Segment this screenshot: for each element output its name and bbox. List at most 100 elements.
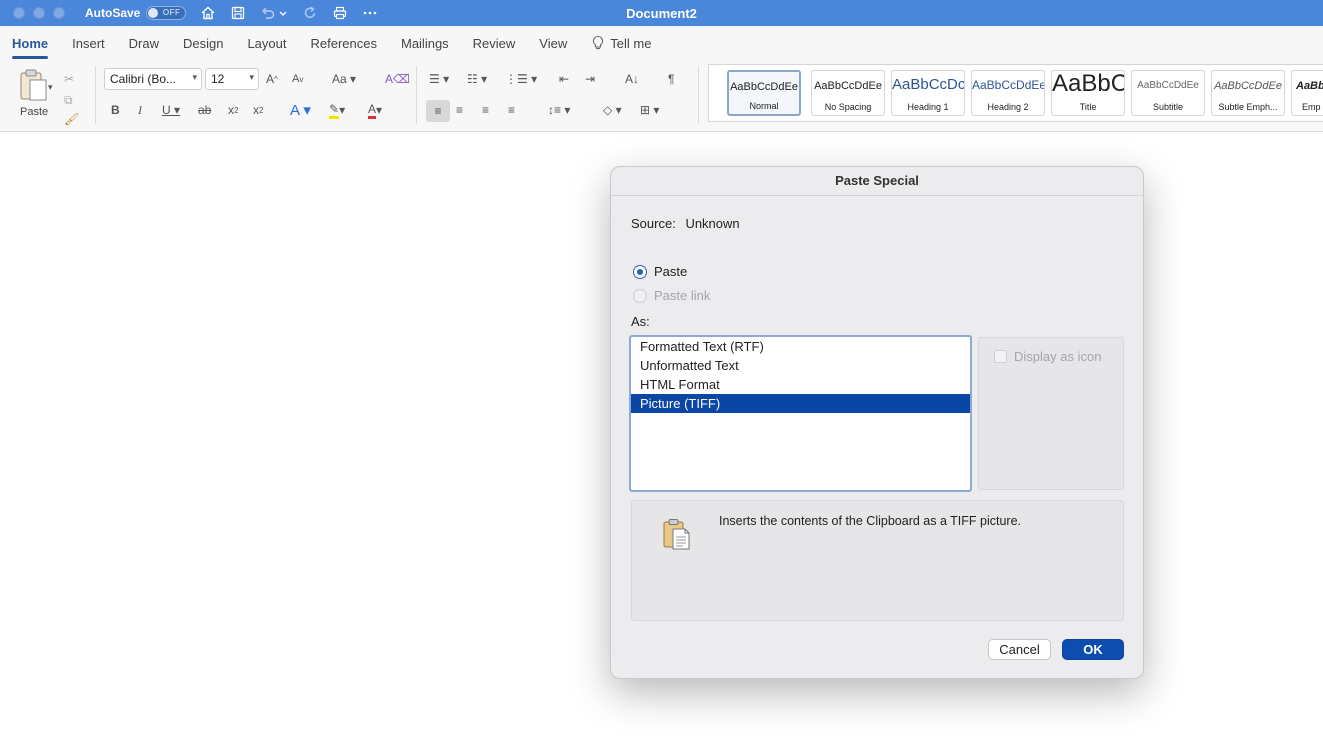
window-controls: [13, 7, 65, 19]
tab-references[interactable]: References: [311, 28, 377, 59]
shading-icon[interactable]: ◇ ▾: [603, 101, 622, 119]
undo-icon[interactable]: [260, 5, 276, 21]
clear-formatting-icon[interactable]: A⌫: [385, 70, 410, 88]
style-normal[interactable]: AaBbCcDdEe Normal: [727, 70, 801, 116]
shrink-font-icon[interactable]: Av: [292, 70, 303, 88]
italic-icon[interactable]: I: [138, 101, 142, 119]
paste-group[interactable]: ▾ Paste ✂ ⧉ 🖌: [14, 66, 84, 126]
format-painter-icon[interactable]: 🖌: [64, 110, 79, 128]
style-heading-2[interactable]: AaBbCcDdEe Heading 2: [971, 70, 1045, 116]
paste-link-radio-label: Paste link: [654, 288, 711, 303]
style-sample: AaBbCcDdEe: [1137, 80, 1199, 91]
tell-me-label: Tell me: [610, 35, 652, 51]
tab-view[interactable]: View: [539, 28, 567, 59]
tab-home[interactable]: Home: [12, 28, 49, 59]
paste-link-radio-option: Paste link: [633, 288, 710, 303]
style-sample: AaBbCcDdEe: [730, 81, 798, 93]
tab-insert[interactable]: Insert: [72, 28, 105, 59]
strikethrough-icon[interactable]: ab: [198, 101, 211, 119]
show-formatting-icon[interactable]: ¶: [668, 70, 674, 88]
dialog-title-divider: [611, 195, 1143, 196]
style-sample: AaBbCcDdEe: [972, 78, 1044, 92]
ribbon-divider: [416, 66, 417, 124]
paste-dropdown-icon[interactable]: ▾: [48, 78, 53, 96]
subscript-icon[interactable]: x2: [228, 101, 238, 119]
bullets-icon[interactable]: ☰ ▾: [429, 70, 449, 88]
superscript-icon[interactable]: x2: [253, 101, 263, 119]
style-subtle-emphasis[interactable]: AaBbCcDdEe Subtle Emph...: [1211, 70, 1285, 116]
tab-mailings[interactable]: Mailings: [401, 28, 449, 59]
tell-me-search[interactable]: Tell me: [591, 35, 651, 51]
text-effects-icon[interactable]: A ▾: [290, 101, 311, 119]
title-bar: AutoSave OFF Document2: [0, 0, 1323, 26]
ribbon-divider: [698, 66, 699, 124]
redo-icon[interactable]: [302, 5, 318, 21]
format-item-rtf[interactable]: Formatted Text (RTF): [631, 337, 970, 356]
format-item-unformatted[interactable]: Unformatted Text: [631, 356, 970, 375]
increase-indent-icon[interactable]: ⇥: [585, 70, 595, 88]
display-as-icon-option: Display as icon: [994, 349, 1101, 364]
justify-icon[interactable]: ≡: [508, 101, 515, 119]
display-as-icon-label: Display as icon: [1014, 349, 1102, 364]
autosave-toggle[interactable]: OFF: [146, 6, 187, 20]
borders-icon[interactable]: ⊞ ▾: [640, 101, 659, 119]
style-sample: AaBbC: [1052, 70, 1124, 97]
ribbon-home: ▾ Paste ✂ ⧉ 🖌 Calibri (Bo... ▾ 12 ▾ A ^ A…: [0, 60, 1323, 132]
align-center-icon[interactable]: ≡: [456, 101, 463, 119]
minimize-window-button[interactable]: [33, 7, 45, 19]
paste-radio-option[interactable]: Paste: [633, 264, 687, 279]
undo-dropdown-icon[interactable]: [278, 5, 288, 21]
grow-font-icon[interactable]: A ^: [266, 70, 278, 88]
format-item-tiff[interactable]: Picture (TIFF): [631, 394, 970, 413]
cancel-button[interactable]: Cancel: [988, 639, 1051, 660]
document-title: Document2: [626, 5, 697, 21]
style-name: Subtitle: [1152, 102, 1184, 112]
change-case-icon[interactable]: Aa ▾: [332, 70, 356, 88]
result-panel: Inserts the contents of the Clipboard as…: [631, 500, 1124, 621]
align-right-icon[interactable]: ≡: [482, 101, 489, 119]
autosave-label: AutoSave: [85, 6, 141, 20]
style-title[interactable]: AaBbC Title: [1051, 70, 1125, 116]
source-value: Unknown: [685, 216, 740, 231]
zoom-window-button[interactable]: [53, 7, 65, 19]
style-heading-1[interactable]: AaBbCcDc Heading 1: [891, 70, 965, 116]
font-name-value: Calibri (Bo...: [110, 72, 177, 86]
decrease-indent-icon[interactable]: ⇤: [559, 70, 569, 88]
more-icon[interactable]: [362, 5, 378, 21]
highlight-icon[interactable]: ✎ ▾: [329, 101, 345, 119]
style-no-spacing[interactable]: AaBbCcDdEe No Spacing: [811, 70, 885, 116]
tab-review[interactable]: Review: [473, 28, 516, 59]
bold-icon[interactable]: B: [111, 101, 120, 119]
style-subtitle[interactable]: AaBbCcDdEe Subtitle: [1131, 70, 1205, 116]
numbering-icon[interactable]: ☷ ▾: [467, 70, 487, 88]
cut-icon[interactable]: ✂: [64, 70, 74, 88]
print-icon[interactable]: [332, 5, 348, 21]
align-left-icon[interactable]: ≡: [426, 100, 450, 122]
multilevel-list-icon[interactable]: ⋮☰ ▾: [505, 70, 537, 88]
style-name: Heading 1: [907, 102, 949, 112]
as-label: As:: [631, 314, 650, 329]
close-window-button[interactable]: [13, 7, 25, 19]
line-spacing-icon[interactable]: ↕≡ ▾: [548, 101, 570, 119]
tab-layout[interactable]: Layout: [247, 28, 286, 59]
tab-draw[interactable]: Draw: [129, 28, 159, 59]
font-name-select[interactable]: Calibri (Bo... ▾: [104, 68, 202, 90]
copy-icon[interactable]: ⧉: [64, 91, 73, 109]
save-icon[interactable]: [230, 5, 246, 21]
paste-radio[interactable]: [633, 264, 647, 279]
paste-icon: [20, 69, 47, 101]
tab-design[interactable]: Design: [183, 28, 223, 59]
underline-icon[interactable]: U ▾: [162, 101, 180, 119]
ok-button[interactable]: OK: [1062, 639, 1124, 660]
format-listbox[interactable]: Formatted Text (RTF) Unformatted Text HT…: [629, 335, 972, 492]
lightbulb-icon: [593, 35, 604, 50]
home-icon[interactable]: [200, 5, 216, 21]
format-item-html[interactable]: HTML Format: [631, 375, 970, 394]
style-sample: AaBbCcDc: [892, 76, 964, 93]
sort-icon[interactable]: A↓: [625, 70, 639, 88]
style-sample: AaBbC: [1296, 80, 1323, 92]
font-color-icon[interactable]: A ▾: [368, 101, 382, 119]
style-name: Normal: [749, 101, 779, 111]
font-size-select[interactable]: 12 ▾: [205, 68, 259, 90]
style-emphasis[interactable]: AaBbC Emp: [1291, 70, 1323, 116]
